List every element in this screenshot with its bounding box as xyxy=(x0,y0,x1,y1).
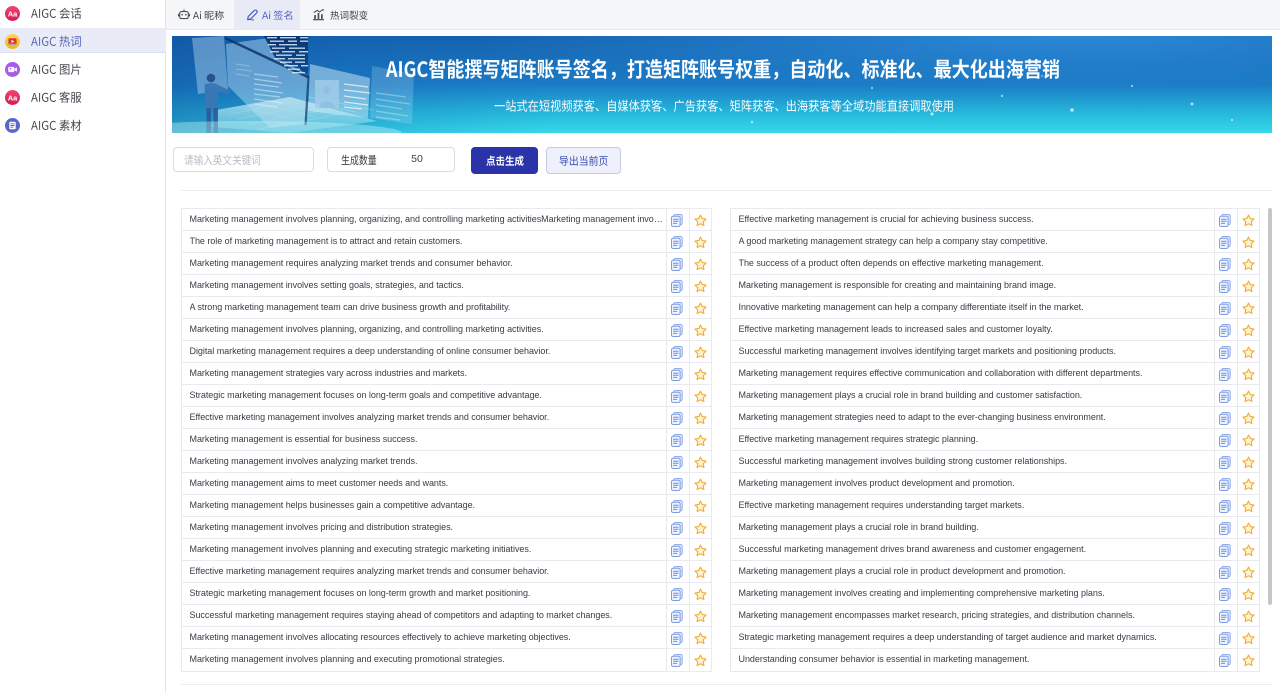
svg-text:Aa: Aa xyxy=(7,9,17,18)
svg-text:Aa: Aa xyxy=(7,93,17,102)
